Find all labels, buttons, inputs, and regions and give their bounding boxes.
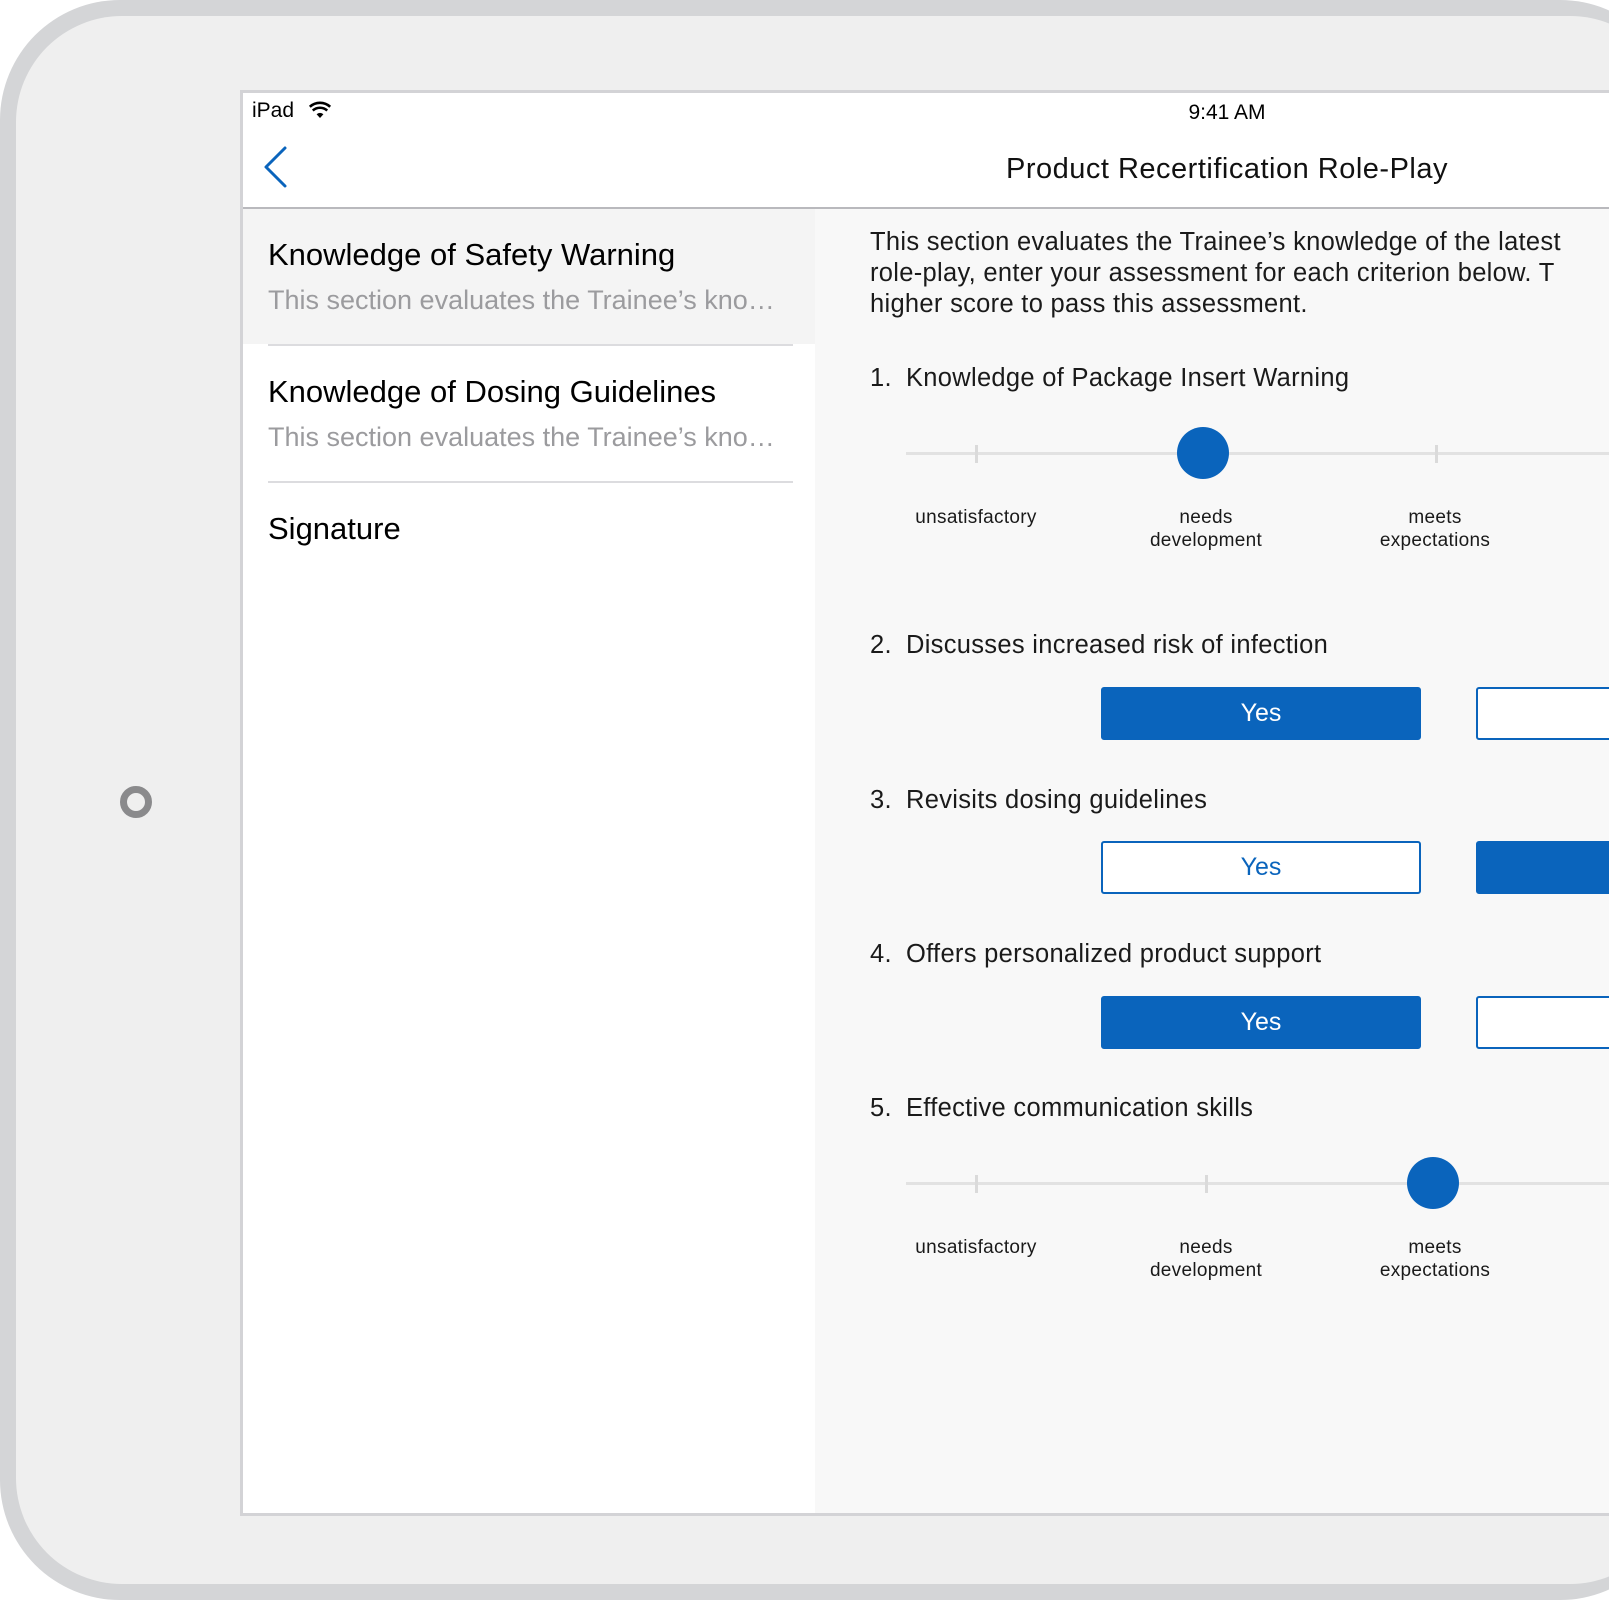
- slider-label-unsatisfactory: unsatisfactory: [891, 506, 1061, 529]
- slider-label-line: expectations: [1379, 1260, 1491, 1281]
- question-number: 2.: [870, 631, 892, 659]
- slider-label-line: development: [1149, 530, 1263, 551]
- page-title: Product Recertification Role-Play: [1005, 153, 1448, 185]
- sidebar-item-signature[interactable]: Signature: [243, 483, 815, 573]
- question-text: Offers personalized product support: [906, 940, 1322, 968]
- question-number: 3.: [870, 786, 892, 814]
- question-3-label: 3. Revisits dosing guidelines: [870, 786, 1207, 815]
- sidebar-item-description: This section evaluates the Trainee’s kno…: [268, 422, 775, 452]
- status-bar: iPad 9:41 AM: [243, 93, 1609, 133]
- question-1-label: 1. Knowledge of Package Insert Warning: [870, 364, 1349, 393]
- section-intro: This section evaluates the Trainee’s kno…: [870, 227, 1609, 320]
- sidebar-item-dosing-guidelines[interactable]: Knowledge of Dosing Guidelines This sect…: [243, 346, 815, 481]
- sidebar-item-title: Knowledge of Dosing Guidelines: [268, 374, 717, 409]
- ipad-screen: iPad 9:41 AM Product Recertification Rol…: [240, 90, 1609, 1516]
- intro-line: role-play, enter your assessment for eac…: [870, 259, 1555, 287]
- question-text: Knowledge of Package Insert Warning: [906, 364, 1350, 392]
- intro-line: This section evaluates the Trainee’s kno…: [870, 228, 1561, 256]
- assessment-content: This section evaluates the Trainee’s kno…: [815, 209, 1609, 1513]
- slider-label-line: meets: [1408, 1237, 1462, 1258]
- sidebar: Knowledge of Safety Warning This section…: [243, 209, 815, 1513]
- slider-label-line: unsatisfactory: [915, 507, 1037, 528]
- question-text: Revisits dosing guidelines: [906, 786, 1208, 814]
- slider-tick: [1435, 445, 1438, 463]
- slider-label-line: development: [1149, 1260, 1263, 1281]
- slider-track[interactable]: [906, 452, 1609, 455]
- sidebar-item-safety-warning[interactable]: Knowledge of Safety Warning This section…: [243, 209, 815, 344]
- slider-tick: [975, 1175, 978, 1193]
- slider-label-meets-expectations: meets expectations: [1350, 506, 1520, 552]
- no-button[interactable]: [1476, 996, 1609, 1049]
- slider-label-needs-development: needs development: [1121, 1236, 1291, 1282]
- question-2-label: 2. Discusses increased risk of infection: [870, 631, 1328, 660]
- question-text: Discusses increased risk of infection: [906, 631, 1329, 659]
- no-button[interactable]: [1476, 687, 1609, 740]
- slider-knob[interactable]: [1177, 427, 1229, 479]
- slider-label-meets-expectations: meets expectations: [1350, 1236, 1520, 1282]
- sidebar-item-title: Signature: [268, 511, 401, 546]
- status-time: 9:41 AM: [1188, 101, 1266, 124]
- status-carrier: iPad: [252, 99, 295, 122]
- slider-label-needs-development: needs development: [1121, 506, 1291, 552]
- slider-label-line: needs: [1179, 1237, 1233, 1258]
- no-button[interactable]: [1476, 841, 1609, 894]
- slider-knob[interactable]: [1407, 1157, 1459, 1209]
- sidebar-item-title: Knowledge of Safety Warning: [268, 237, 676, 272]
- slider-label-unsatisfactory: unsatisfactory: [891, 1236, 1061, 1259]
- slider-label-line: unsatisfactory: [915, 1237, 1037, 1258]
- back-button[interactable]: [259, 141, 299, 191]
- yes-button[interactable]: Yes: [1101, 841, 1421, 894]
- home-button[interactable]: [120, 786, 152, 818]
- slider-label-line: meets: [1408, 507, 1462, 528]
- yes-button[interactable]: Yes: [1101, 687, 1421, 740]
- question-number: 5.: [870, 1094, 892, 1122]
- question-number: 4.: [870, 940, 892, 968]
- wifi-icon: [309, 101, 331, 118]
- chevron-left-icon: [264, 146, 287, 188]
- slider-label-line: expectations: [1379, 530, 1491, 551]
- sidebar-item-description: This section evaluates the Trainee’s kno…: [268, 285, 775, 315]
- question-5-label: 5. Effective communication skills: [870, 1094, 1253, 1123]
- question-4-label: 4. Offers personalized product support: [870, 940, 1321, 969]
- intro-line: higher score to pass this assessment.: [870, 290, 1308, 318]
- slider-tick: [975, 445, 978, 463]
- slider-tick: [1205, 1175, 1208, 1193]
- question-number: 1.: [870, 364, 892, 392]
- slider-track[interactable]: [906, 1182, 1609, 1185]
- slider-label-line: needs: [1179, 507, 1233, 528]
- yes-button[interactable]: Yes: [1101, 996, 1421, 1049]
- question-text: Effective communication skills: [906, 1094, 1254, 1122]
- navigation-bar: Product Recertification Role-Play: [243, 133, 1609, 209]
